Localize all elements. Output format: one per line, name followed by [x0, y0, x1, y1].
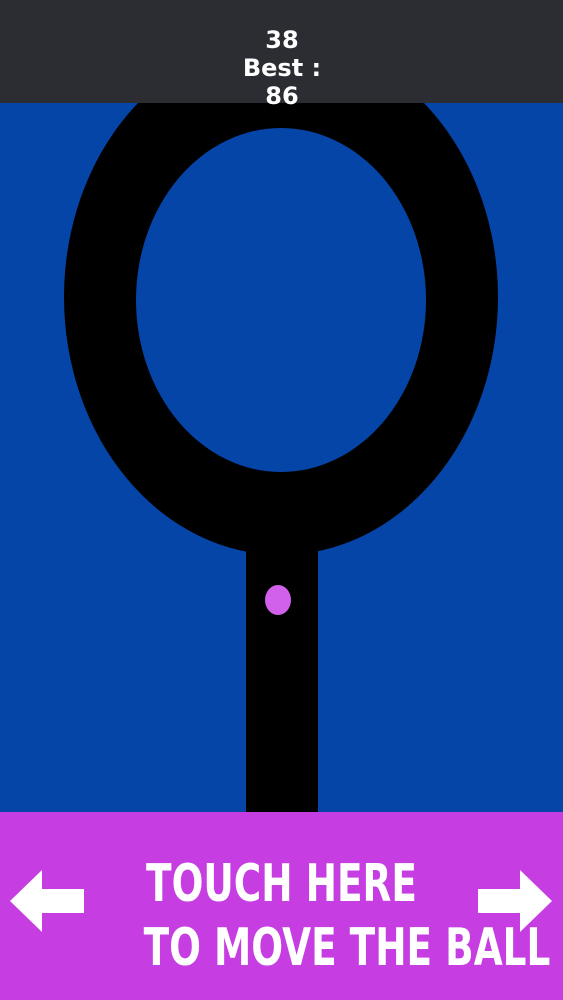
ball	[265, 585, 291, 615]
hint-line-2: TO MOVE THE BALL	[143, 918, 551, 978]
touch-control-area[interactable]: TOUCH HERE TO MOVE THE BALL	[0, 812, 563, 1000]
game-screen: 38 Best : 86 TOUCH HERE TO MOVE THE BALL	[0, 0, 563, 1000]
stem-track	[246, 520, 318, 812]
ring-hole	[136, 128, 426, 472]
arrow-right-icon[interactable]	[478, 870, 552, 932]
arrow-left-icon[interactable]	[10, 870, 84, 932]
current-score: 38	[265, 26, 299, 54]
touch-hint: TOUCH HERE TO MOVE THE BALL	[143, 852, 551, 980]
score-header: 38 Best : 86	[0, 0, 563, 110]
score-panel: 38 Best : 86	[227, 26, 337, 110]
hint-line-1: TOUCH HERE	[146, 854, 417, 914]
best-score: Best : 86	[242, 54, 322, 110]
